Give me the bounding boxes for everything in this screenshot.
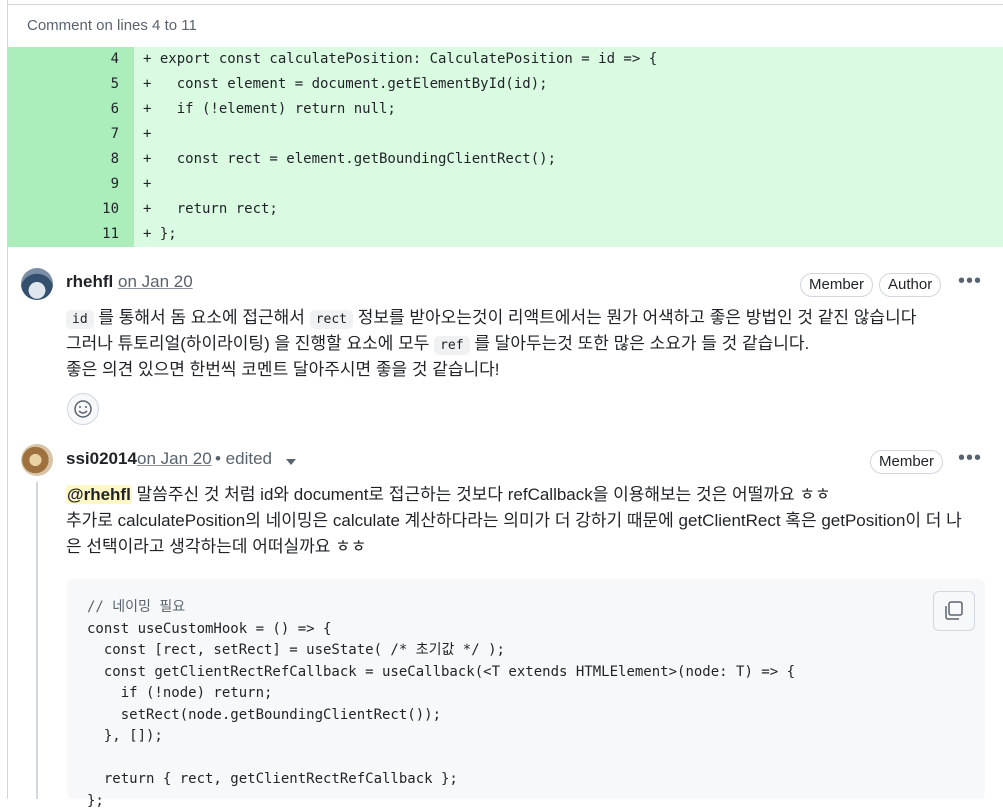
diff-code: + bbox=[143, 122, 151, 147]
comment-date[interactable]: on Jan 20 bbox=[118, 272, 193, 292]
comment-body-line-1: @rhehfl 말씀주신 것 처럼 id와 document로 접근하는 것보다… bbox=[66, 482, 831, 508]
diff-line: 9+ bbox=[8, 172, 1003, 197]
comment-body-line-3: 은 선택이라고 생각하는데 어떠실까요 ㅎㅎ bbox=[66, 534, 366, 560]
diff-line: 11 + }; bbox=[8, 222, 1003, 247]
copy-button[interactable] bbox=[933, 591, 975, 631]
comment-body-line-3: 좋은 의견 있으면 한번씩 코멘트 달아주시면 좋을 것 같습니다! bbox=[66, 357, 500, 383]
comment-body-line-1: id 를 통해서 돔 요소에 접근해서 rect 정보를 받아오는것이 리액트에… bbox=[66, 305, 916, 333]
diff-code: + const rect = element.getBoundingClient… bbox=[143, 147, 556, 172]
code-line: }, []); bbox=[87, 726, 163, 748]
line-number[interactable]: 11 bbox=[59, 222, 119, 247]
line-number[interactable]: 4 bbox=[59, 47, 119, 72]
code-block: // 네이밍 필요const useCustomHook = () => { c… bbox=[67, 579, 985, 799]
code-line: // 네이밍 필요 bbox=[87, 597, 185, 619]
diff-line: 4 + export const calculatePosition: Calcu… bbox=[8, 47, 1003, 72]
member-badge: Member bbox=[870, 450, 943, 474]
comment-header-title: Comment on lines 4 to 11 bbox=[27, 17, 197, 34]
code-line: if (!node) return; bbox=[87, 683, 272, 705]
avatar[interactable] bbox=[21, 268, 53, 300]
edited-indicator[interactable]: • edited bbox=[215, 449, 272, 469]
user-mention[interactable]: @rhehfl bbox=[66, 485, 132, 504]
code-line: setRect(node.getBoundingClientRect()); bbox=[87, 705, 441, 727]
line-number[interactable]: 5 bbox=[59, 72, 119, 97]
diff-line: 10 + return rect; bbox=[8, 197, 1003, 222]
inline-code: rect bbox=[310, 310, 353, 329]
diff-line: 6 + if (!element) return null; bbox=[8, 97, 1003, 122]
comment-date[interactable]: on Jan 20 bbox=[137, 449, 212, 469]
member-badge: Member bbox=[800, 273, 873, 297]
inline-code: id bbox=[66, 310, 94, 329]
kebab-menu-icon[interactable]: ••• bbox=[958, 447, 982, 470]
author-badge: Author bbox=[879, 273, 941, 297]
line-number[interactable]: 6 bbox=[59, 97, 119, 122]
diff-code: + export const calculatePosition: Calcul… bbox=[143, 47, 657, 72]
line-number[interactable]: 7 bbox=[59, 122, 119, 147]
diff-code: + }; bbox=[143, 222, 177, 247]
line-number[interactable]: 8 bbox=[59, 147, 119, 172]
diff-line: 8 + const rect = element.getBoundingClien… bbox=[8, 147, 1003, 172]
code-line: const useCustomHook = () => { bbox=[87, 619, 331, 641]
smiley-icon bbox=[68, 394, 98, 424]
code-line: const getClientRectRefCallback = useCall… bbox=[87, 662, 795, 684]
code-line: }; bbox=[87, 791, 104, 812]
code-line: const [rect, setRect] = useState( /* 초기값… bbox=[87, 640, 505, 662]
diff-code: + bbox=[143, 172, 151, 197]
code-line: return { rect, getClientRectRefCallback … bbox=[87, 769, 458, 791]
comment-body-line-2: 추가로 calculatePosition의 네이밍은 calculate 계산… bbox=[66, 508, 962, 534]
kebab-menu-icon[interactable]: ••• bbox=[958, 270, 982, 293]
diff-code: + return rect; bbox=[143, 197, 278, 222]
line-number[interactable]: 9 bbox=[59, 172, 119, 197]
thread-line bbox=[36, 482, 38, 799]
inline-code: ref bbox=[434, 336, 469, 355]
comment-body-line-2: 그러나 튜토리얼(하이라이팅) 을 진행할 요소에 모두 ref 를 달아두는것… bbox=[66, 331, 809, 359]
author-name[interactable]: rhehfl bbox=[66, 272, 113, 292]
comment-header: Comment on lines 4 to 11 bbox=[8, 4, 1003, 48]
line-number[interactable]: 10 bbox=[59, 197, 119, 222]
author-name[interactable]: ssi02014 bbox=[66, 449, 137, 469]
diff-line: 5 + const element = document.getElementBy… bbox=[8, 72, 1003, 97]
caret-down-icon[interactable] bbox=[285, 457, 297, 467]
diff-line: 7+ bbox=[8, 122, 1003, 147]
avatar[interactable] bbox=[21, 444, 53, 476]
diff-code: + if (!element) return null; bbox=[143, 97, 396, 122]
copy-icon bbox=[934, 592, 974, 630]
add-reaction-button[interactable] bbox=[67, 393, 99, 425]
diff-block: 4 + export const calculatePosition: Calcu… bbox=[8, 47, 1003, 247]
diff-code: + const element = document.getElementByI… bbox=[143, 72, 548, 97]
